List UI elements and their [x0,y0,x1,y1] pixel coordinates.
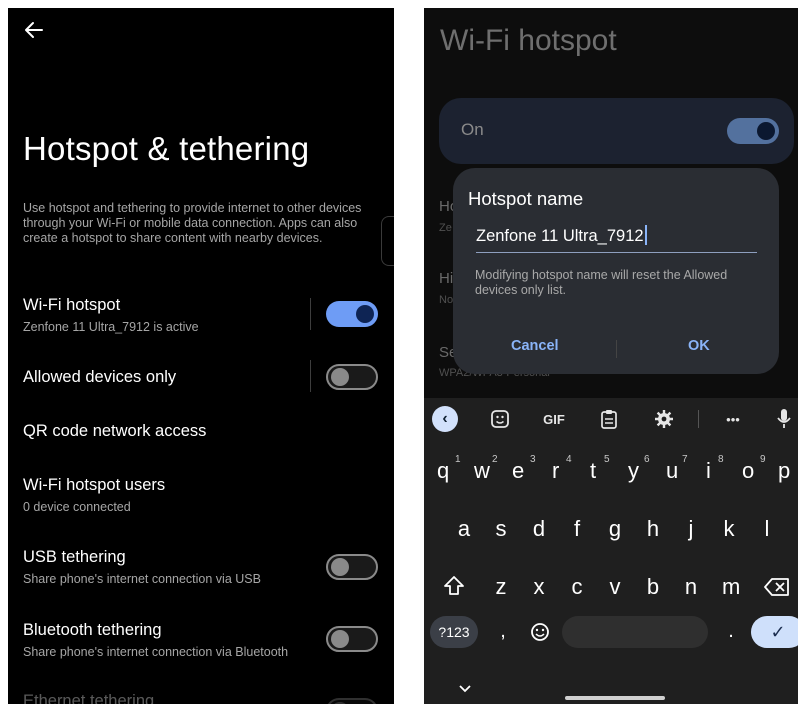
key-s[interactable]: s [494,516,508,542]
row-subtitle: Zenfone 11 Ultra_7912 is active [23,320,199,334]
key-z[interactable]: z [494,574,508,600]
row-title: Bluetooth tethering [23,621,162,639]
ethernet-tethering-toggle [326,698,378,704]
key-u[interactable]: u7 [666,454,688,488]
hide-keyboard-chevron-down-icon[interactable] [458,684,472,694]
row-title: Wi-Fi hotspot [23,296,121,314]
qr-code-network-access-item[interactable]: QR code network access [23,422,206,441]
microphone-icon[interactable] [776,406,792,432]
key-k[interactable]: k [722,516,736,542]
emoji-sticker-icon[interactable] [490,406,510,432]
symbols-key[interactable]: ?123 [430,616,478,648]
dialog-title: Hotspot name [468,188,584,209]
input-underline [476,252,757,253]
backspace-icon[interactable] [764,577,790,597]
wifi-hotspot-toggle[interactable] [326,301,378,327]
cancel-button[interactable]: Cancel [511,338,559,354]
toolbar-divider [698,410,699,428]
background-row-title: Hi [439,270,454,287]
key-l[interactable]: l [760,516,774,542]
key-a[interactable]: a [457,516,471,542]
toggle-knob [331,368,349,386]
hotspot-master-switch[interactable]: On [439,98,794,164]
toggle-knob [356,305,374,323]
row-title: Ethernet tethering [23,692,155,704]
hotspot-name-dialog: Hotspot name Zenfone 11 Ultra_7912 Modif… [453,168,779,374]
input-value: Zenfone 11 Ultra_7912 [476,227,644,245]
key-m[interactable]: m [722,574,740,600]
key-i[interactable]: i8 [706,454,728,488]
hotspot-tethering-screen: Hotspot & tethering Use hotspot and teth… [8,8,394,704]
key-r[interactable]: r4 [552,454,574,488]
row-subtitle: 0 device connected [23,500,131,514]
key-y[interactable]: y6 [628,454,650,488]
background-row-subtitle: Ze [439,222,452,234]
key-o[interactable]: o9 [742,454,766,488]
toggle-knob [331,558,349,576]
keyboard-collapse-toolbar-icon[interactable]: ‹ [432,406,458,432]
key-b[interactable]: b [646,574,660,600]
key-n[interactable]: n [684,574,698,600]
space-bar[interactable] [562,616,708,648]
row-title: Allowed devices only [23,368,177,386]
soft-keyboard: ‹ GIF ••• q1 w2 e3 r4 t5 y6 u7 i 8 o 9 p… [424,398,798,704]
key-t[interactable]: t5 [590,454,612,488]
ok-button[interactable]: OK [688,338,710,354]
edge-panel-handle[interactable] [381,216,394,266]
dialog-note: Modifying hotspot name will reset the Al… [475,268,728,297]
period-key[interactable]: . [726,620,736,643]
shift-icon[interactable] [442,574,466,598]
back-arrow-icon[interactable] [22,18,46,42]
key-f[interactable]: f [570,516,584,542]
divider [310,298,311,330]
row-title: USB tethering [23,548,126,566]
hotspot-name-input[interactable]: Zenfone 11 Ultra_7912 [476,225,647,246]
key-h[interactable]: h [646,516,660,542]
gif-button[interactable]: GIF [540,406,568,432]
key-x[interactable]: x [532,574,546,600]
gesture-nav-handle[interactable] [565,696,665,700]
key-q[interactable]: q1 [437,454,461,488]
gear-icon[interactable] [654,406,674,432]
row-subtitle: Share phone's internet connection via Bl… [23,645,289,659]
hotspot-toggle[interactable] [727,118,779,144]
key-p[interactable]: p [778,458,798,488]
text-cursor [644,225,647,245]
toggle-knob [331,630,349,648]
key-v[interactable]: v [608,574,622,600]
divider [310,360,311,392]
wifi-hotspot-screen: Wi-Fi hotspot On Ho Ze Hi No Se WPA2/WPA… [424,8,798,704]
row-subtitle: Share phone's internet connection via US… [23,572,261,586]
background-row-subtitle: No [439,294,454,306]
key-g[interactable]: g [608,516,622,542]
key-c[interactable]: c [570,574,584,600]
toggle-knob [757,122,775,140]
button-divider [616,340,617,358]
row-title: Wi-Fi hotspot users [23,476,166,494]
switch-label: On [461,120,484,139]
page-title: Hotspot & tethering [23,130,310,167]
bluetooth-tethering-toggle[interactable] [326,626,378,652]
emoji-icon[interactable] [530,622,550,642]
clipboard-icon[interactable] [600,406,618,432]
enter-check-button[interactable]: ✓ [751,616,798,648]
key-w[interactable]: w2 [474,454,498,488]
more-options-button[interactable]: ••• [720,406,746,432]
page-title: Wi-Fi hotspot [440,24,617,57]
comma-key[interactable]: , [498,620,508,643]
usb-tethering-toggle[interactable] [326,554,378,580]
page-description: Use hotspot and tethering to provide int… [23,201,362,245]
allowed-devices-toggle[interactable] [326,364,378,390]
key-j[interactable]: j [684,516,698,542]
key-d[interactable]: d [532,516,546,542]
key-e[interactable]: e3 [512,454,536,488]
